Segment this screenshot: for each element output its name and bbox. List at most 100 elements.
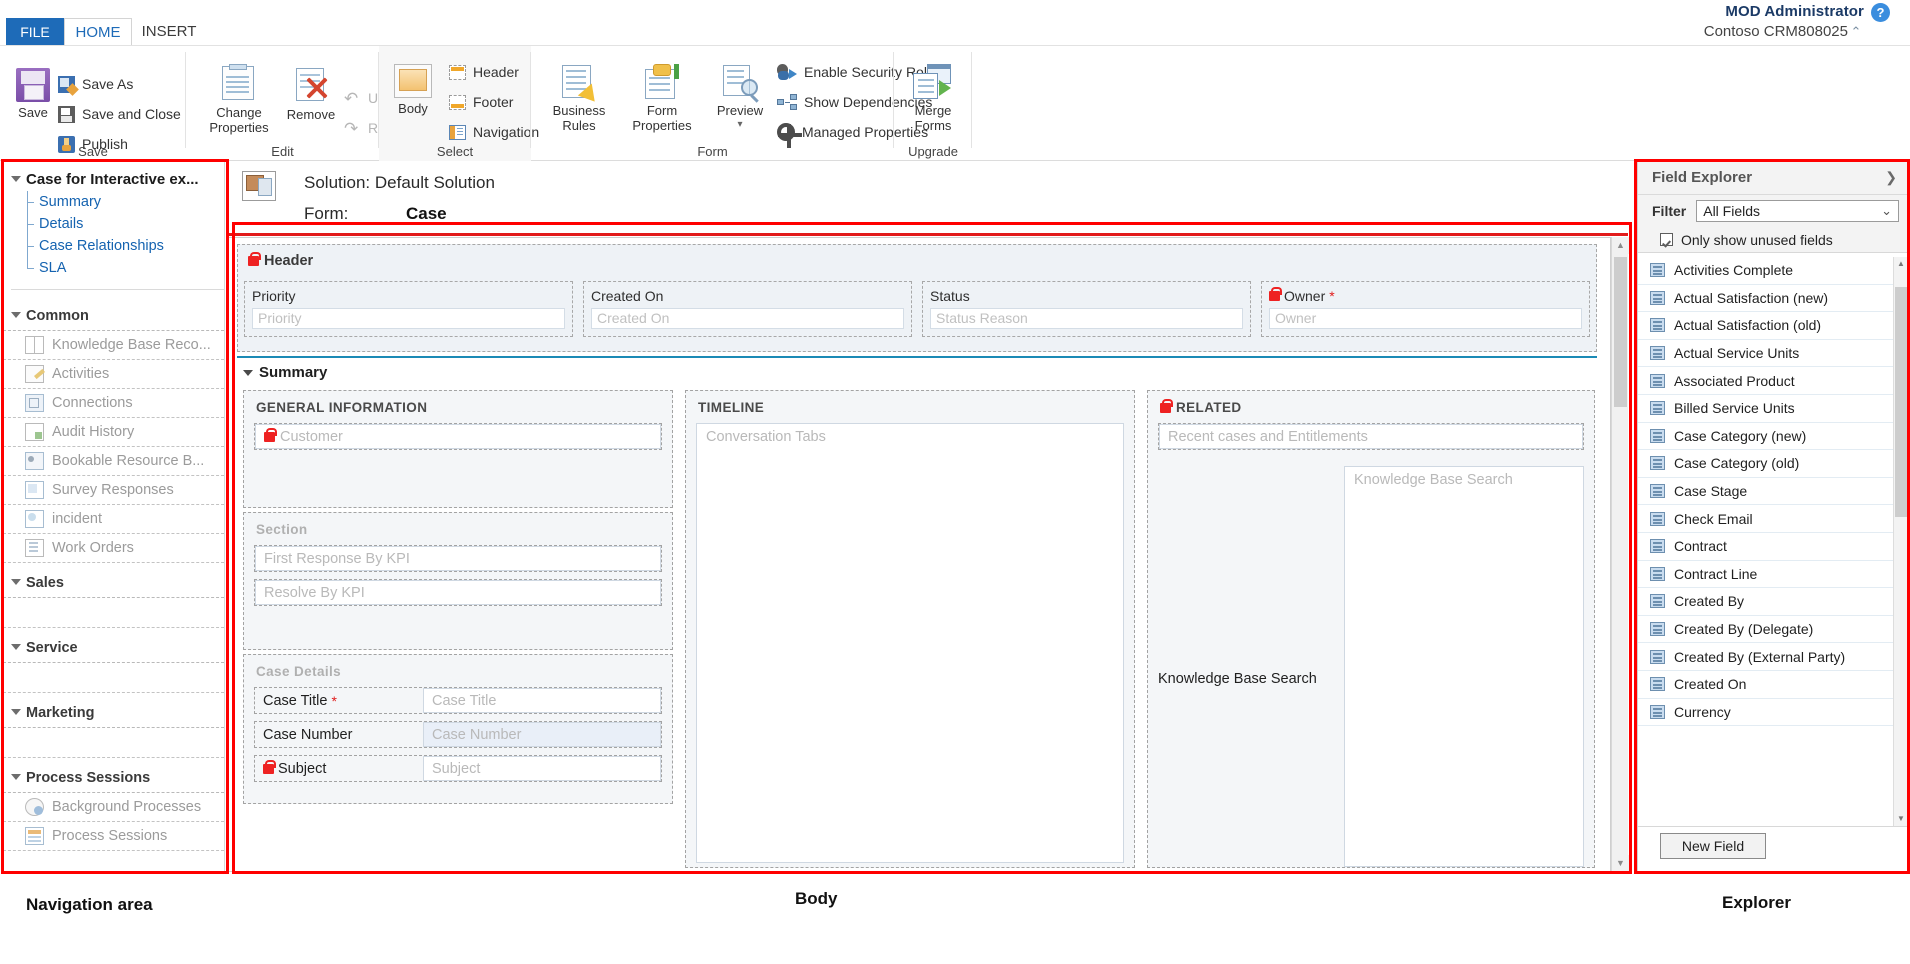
nav-group-header-service[interactable]: Service (3, 634, 224, 663)
field-recent-cases-entitlements[interactable]: Recent cases and Entitlements (1158, 423, 1584, 450)
business-rules-button[interactable]: Business Rules (541, 64, 617, 134)
field-row-case-title[interactable]: Case Title* Case Title (254, 687, 662, 714)
field-input[interactable]: Customer (255, 424, 661, 449)
field-input[interactable]: Priority (252, 308, 565, 329)
change-properties-button[interactable]: Change Properties (200, 64, 278, 136)
panel-timeline[interactable]: TIMELINE Conversation Tabs (685, 390, 1135, 868)
body-button[interactable]: Body (383, 64, 443, 117)
save-and-close-button[interactable]: Save and Close (58, 102, 181, 126)
list-item[interactable]: Check Email (1638, 505, 1893, 533)
collapse-triangle-icon[interactable] (11, 709, 21, 715)
list-item[interactable]: Contract (1638, 533, 1893, 561)
header-field-created-on[interactable]: Created On Created On (583, 281, 912, 337)
field-input[interactable]: Status Reason (930, 308, 1243, 329)
chevron-right-icon[interactable]: ❯ (1885, 169, 1897, 186)
field-list-scrollbar[interactable]: ▲ ▼ (1893, 257, 1907, 826)
nav-item-work-orders[interactable]: Work Orders (3, 534, 224, 563)
field-customer[interactable]: Customer (254, 423, 662, 450)
collapse-triangle-icon[interactable] (243, 370, 253, 376)
field-resolve-by-kpi[interactable]: Resolve By KPI (254, 579, 662, 606)
list-item[interactable]: Case Category (old) (1638, 450, 1893, 478)
nav-item-connections[interactable]: Connections (3, 389, 224, 418)
save-as-button[interactable]: Save As (58, 72, 133, 96)
nav-group-header-marketing[interactable]: Marketing (3, 699, 224, 728)
header-field-status[interactable]: Status Status Reason (922, 281, 1251, 337)
field-input[interactable]: Created On (591, 308, 904, 329)
nav-item-background-processes[interactable]: Background Processes (3, 793, 224, 822)
collapse-triangle-icon[interactable] (11, 644, 21, 650)
filter-select[interactable]: All Fields ⌄ (1696, 200, 1899, 222)
field-input[interactable]: Case Title (423, 688, 661, 713)
collapse-triangle-icon[interactable] (11, 774, 21, 780)
merge-forms-button[interactable]: Merge Forms (898, 64, 968, 134)
field-input[interactable]: Recent cases and Entitlements (1159, 424, 1583, 449)
list-item[interactable]: Case Stage (1638, 478, 1893, 506)
nav-item-incident[interactable]: incident (3, 505, 224, 534)
field-row-subject[interactable]: Subject Subject (254, 755, 662, 782)
panel-related[interactable]: RELATED Recent cases and Entitlements Kn… (1147, 390, 1595, 868)
navigation-button[interactable]: Navigation (449, 120, 539, 144)
sidebar-item-sla[interactable]: SLA (25, 257, 224, 279)
nav-item-knowledge-base-records[interactable]: Knowledge Base Reco... (3, 331, 224, 360)
nav-item-bookable-resource-bookings[interactable]: Bookable Resource B... (3, 447, 224, 476)
form-properties-button[interactable]: Form Properties (619, 64, 705, 134)
field-input[interactable]: First Response By KPI (255, 546, 661, 571)
field-first-response-by-kpi[interactable]: First Response By KPI (254, 545, 662, 572)
nav-item-activities[interactable]: Activities (3, 360, 224, 389)
field-input[interactable]: Case Number (423, 722, 661, 747)
scrollbar-thumb[interactable] (1895, 287, 1907, 517)
list-item[interactable]: Activities Complete (1638, 257, 1893, 285)
list-item[interactable]: Created On (1638, 671, 1893, 699)
field-list[interactable]: Activities Complete Actual Satisfaction … (1638, 257, 1893, 826)
sidebar-item-case-relationships[interactable]: Case Relationships (25, 235, 224, 257)
scroll-down-icon[interactable]: ▼ (1894, 812, 1907, 826)
tab-file[interactable]: FILE (6, 18, 64, 46)
nav-item-audit-history[interactable]: Audit History (3, 418, 224, 447)
list-item[interactable]: Contract Line (1638, 561, 1893, 589)
header-field-priority[interactable]: Priority Priority (244, 281, 573, 337)
scroll-up-icon[interactable]: ▲ (1612, 237, 1629, 254)
tab-insert[interactable]: INSERT (132, 18, 206, 46)
field-input[interactable]: Subject (423, 756, 661, 781)
panel-case-details[interactable]: Case Details Case Title* Case Title Case… (243, 654, 673, 804)
scrollbar-thumb[interactable] (1614, 257, 1627, 407)
panel-general-information[interactable]: GENERAL INFORMATION Customer (243, 390, 673, 508)
nav-group-header-common[interactable]: Common (3, 302, 224, 331)
canvas-scrollbar[interactable]: ▲ ▼ (1611, 237, 1628, 872)
form-canvas[interactable]: Header Priority Priority Created On Crea… (228, 237, 1611, 872)
preview-button[interactable]: Preview ▾ (709, 64, 771, 130)
field-input[interactable]: Resolve By KPI (255, 580, 661, 605)
summary-tab-title[interactable]: Summary (243, 364, 327, 381)
nav-item-survey-responses[interactable]: Survey Responses (3, 476, 224, 505)
scroll-up-icon[interactable]: ▲ (1894, 257, 1907, 271)
field-input[interactable]: Owner (1269, 308, 1582, 329)
preview-dropdown-caret-icon[interactable]: ▾ (709, 119, 771, 131)
tab-home[interactable]: HOME (64, 18, 132, 46)
list-item[interactable]: Created By (External Party) (1638, 643, 1893, 671)
scroll-down-icon[interactable]: ▼ (1612, 855, 1629, 872)
list-item[interactable]: Case Category (new) (1638, 423, 1893, 451)
remove-button[interactable]: Remove (280, 66, 342, 123)
collapse-triangle-icon[interactable] (11, 176, 21, 182)
chevron-down-icon[interactable]: ⌄ (1881, 203, 1892, 219)
form-section-header[interactable]: Header Priority Priority Created On Crea… (237, 244, 1597, 352)
footer-button[interactable]: Footer (449, 90, 513, 114)
list-item[interactable]: Actual Satisfaction (old) (1638, 312, 1893, 340)
nav-group-header-sales[interactable]: Sales (3, 569, 224, 598)
collapse-triangle-icon[interactable] (11, 579, 21, 585)
timeline-control[interactable]: Conversation Tabs (696, 423, 1124, 863)
panel-section[interactable]: Section First Response By KPI Resolve By… (243, 512, 673, 650)
sidebar-item-summary[interactable]: Summary (25, 191, 224, 213)
nav-root-title[interactable]: Case for Interactive ex... (11, 171, 224, 188)
only-unused-fields-checkbox[interactable] (1660, 233, 1673, 246)
header-button[interactable]: Header (449, 60, 519, 84)
nav-group-header-process-sessions[interactable]: Process Sessions (3, 764, 224, 793)
nav-item-process-sessions[interactable]: Process Sessions (3, 822, 224, 851)
only-unused-fields-checkbox-row[interactable]: Only show unused fields (1638, 227, 1907, 253)
sidebar-item-details[interactable]: Details (25, 213, 224, 235)
list-item[interactable]: Currency (1638, 699, 1893, 727)
save-button[interactable]: Save (0, 68, 66, 121)
knowledge-base-search-control[interactable]: Knowledge Base Search (1344, 466, 1584, 867)
list-item[interactable]: Actual Satisfaction (new) (1638, 285, 1893, 313)
list-item[interactable]: Billed Service Units (1638, 395, 1893, 423)
